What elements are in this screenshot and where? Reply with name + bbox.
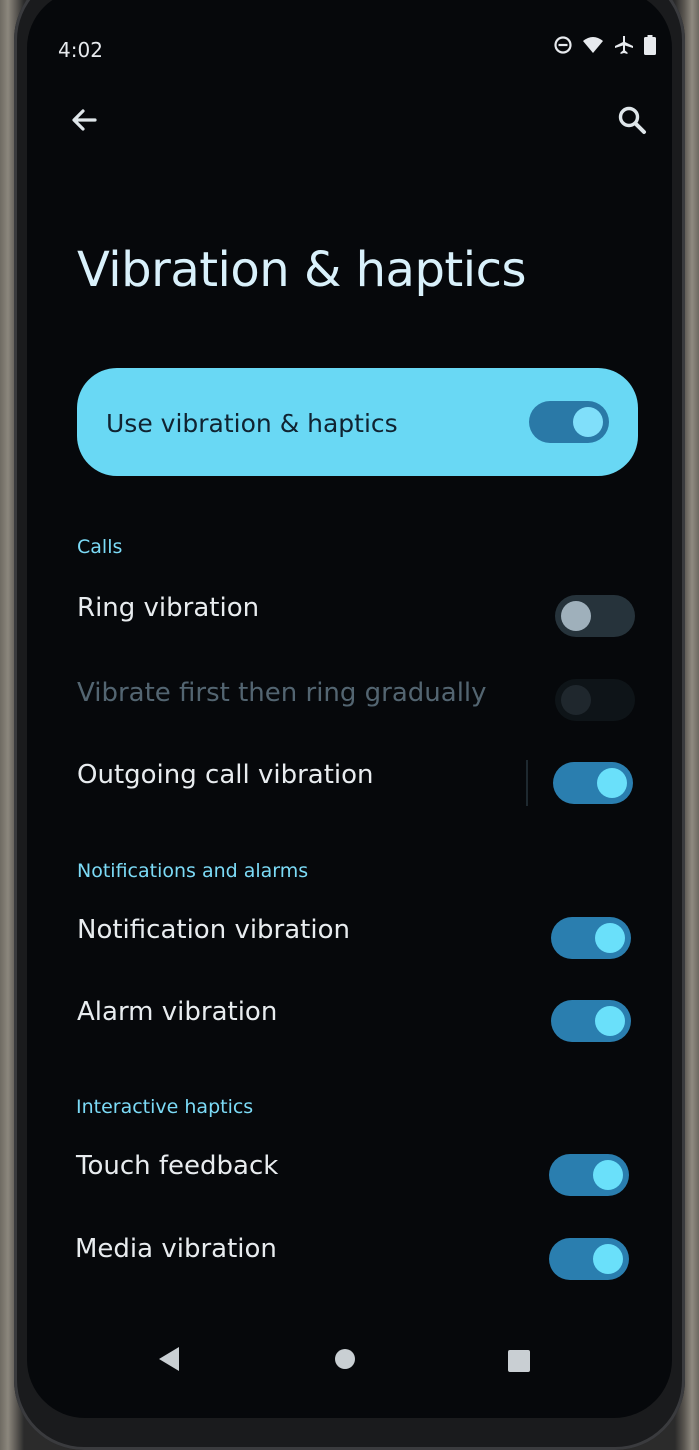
phone-screen: 4:02 Vibration & haptics Use vibration &… [27, 0, 672, 1418]
status-icons [554, 35, 656, 55]
search-icon [618, 106, 646, 134]
section-header-calls: Calls [77, 536, 123, 558]
vibrate-first-label: Vibrate first then ring gradually [77, 678, 487, 708]
switch-thumb [597, 768, 627, 798]
nav-home-icon [335, 1349, 355, 1369]
outgoing-call-vibration-switch[interactable] [553, 762, 633, 804]
ring-vibration-switch[interactable] [555, 595, 635, 637]
media-vibration-label: Media vibration [75, 1234, 277, 1264]
ring-vibration-label: Ring vibration [77, 593, 260, 623]
page-title: Vibration & haptics [77, 242, 526, 298]
section-header-notifications: Notifications and alarms [77, 860, 309, 882]
touch-feedback-switch[interactable] [549, 1154, 629, 1196]
alarm-vibration-label: Alarm vibration [77, 997, 278, 1027]
notification-vibration-label: Notification vibration [77, 915, 350, 945]
nav-back-button[interactable] [157, 1346, 181, 1376]
touch-feedback-label: Touch feedback [76, 1151, 279, 1181]
switch-thumb [561, 601, 591, 631]
media-vibration-switch[interactable] [549, 1238, 629, 1280]
switch-thumb [573, 407, 603, 437]
alarm-vibration-switch[interactable] [551, 1000, 631, 1042]
notification-vibration-switch[interactable] [551, 917, 631, 959]
battery-icon [644, 35, 656, 55]
vibrate-first-switch[interactable] [555, 679, 635, 721]
use-vibration-card[interactable]: Use vibration & haptics [77, 368, 638, 476]
nav-back-icon [159, 1347, 179, 1371]
wifi-icon [583, 37, 603, 53]
status-time: 4:02 [58, 38, 103, 62]
nav-home-button[interactable] [334, 1348, 356, 1374]
back-button[interactable] [67, 103, 101, 137]
switch-thumb [595, 1006, 625, 1036]
switch-thumb [593, 1244, 623, 1274]
search-button[interactable] [615, 103, 649, 137]
switch-thumb [595, 923, 625, 953]
section-header-interactive-haptics: Interactive haptics [76, 1096, 254, 1118]
nav-recents-button[interactable] [508, 1350, 530, 1376]
switch-thumb [593, 1160, 623, 1190]
back-arrow-icon [72, 109, 97, 131]
nav-recents-icon [508, 1350, 530, 1372]
use-vibration-label: Use vibration & haptics [106, 409, 398, 438]
row-divider [526, 760, 528, 806]
outgoing-call-vibration-label: Outgoing call vibration [77, 760, 374, 790]
do-not-disturb-icon [554, 36, 572, 54]
use-vibration-switch[interactable] [529, 401, 609, 443]
airplane-icon [615, 36, 633, 54]
switch-thumb [561, 685, 591, 715]
